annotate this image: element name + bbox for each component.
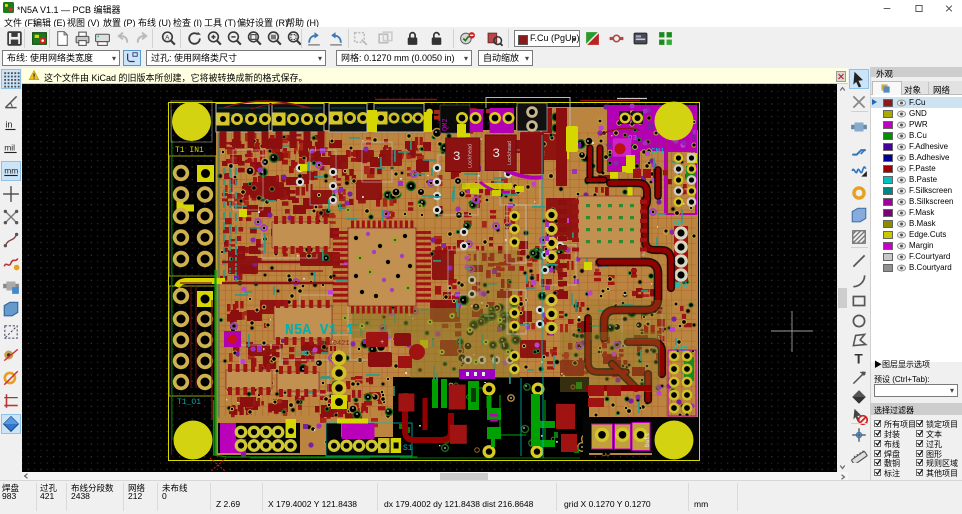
- svg-text:Lockhead: Lockhead: [507, 141, 513, 165]
- svg-text:SMD1: SMD1: [296, 350, 315, 359]
- svg-text:+: +: [380, 339, 384, 347]
- svg-text:S1: S1: [403, 444, 413, 453]
- svg-text:T1 IN1: T1 IN1: [175, 146, 204, 155]
- svg-text:3: 3: [453, 149, 461, 164]
- svg-text:QM2: QM2: [442, 118, 450, 131]
- svg-text:SM2: SM2: [673, 281, 688, 290]
- svg-text:batt: batt: [644, 433, 651, 447]
- svg-text:T: T: [855, 352, 864, 367]
- svg-text:mm: mm: [4, 165, 18, 175]
- svg-text:A: A: [165, 35, 170, 42]
- svg-text:3: 3: [492, 146, 500, 161]
- svg-text:N5A V1.1: N5A V1.1: [285, 323, 355, 339]
- svg-text:CM1: CM1: [651, 148, 665, 156]
- svg-text:Lockhead: Lockhead: [468, 144, 474, 168]
- svg-text:mil: mil: [4, 142, 15, 152]
- svg-text:T1_O1: T1_O1: [177, 398, 201, 407]
- svg-text:20210421: 20210421: [316, 340, 350, 348]
- svg-text:in: in: [5, 119, 12, 129]
